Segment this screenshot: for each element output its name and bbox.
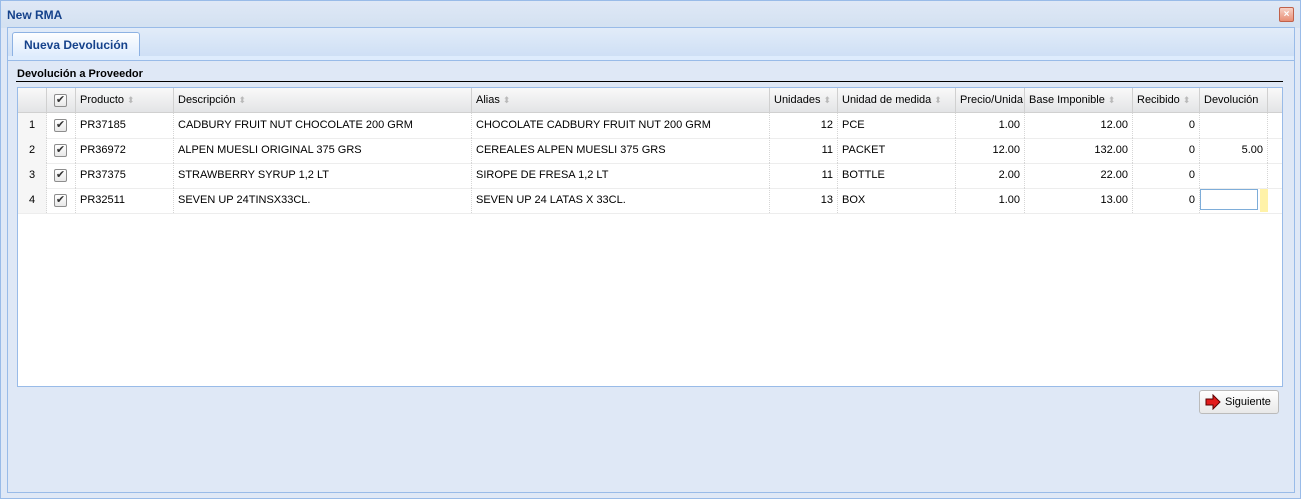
- fieldset-divider: [16, 81, 1283, 82]
- cell-base-imponible: 22.00: [1025, 163, 1133, 188]
- sort-icon: ⬍: [127, 95, 135, 105]
- cell-base-imponible: 13.00: [1025, 188, 1133, 213]
- cell-unidades: 13: [770, 188, 838, 213]
- cell-precio: 1.00: [956, 188, 1025, 213]
- cell-recibido: 0: [1133, 188, 1200, 213]
- checkbox-icon[interactable]: ✔: [54, 143, 67, 157]
- fieldset-title: Devolución a Proveedor: [17, 68, 143, 80]
- cell-descripcion: SEVEN UP 24TINSX33CL.: [174, 188, 472, 213]
- cell-precio: 1.00: [956, 113, 1025, 138]
- table-row[interactable]: 1 ✔ PR37185 CADBURY FRUIT NUT CHOCOLATE …: [18, 113, 1282, 139]
- cell-unidad-medida: BOX: [838, 188, 956, 213]
- cell-base-imponible: 132.00: [1025, 138, 1133, 163]
- column-header-unidad-medida[interactable]: Unidad de medida ⬍: [838, 88, 956, 112]
- cell-recibido: 0: [1133, 163, 1200, 188]
- cell-descripcion: ALPEN MUESLI ORIGINAL 375 GRS: [174, 138, 472, 163]
- cell-recibido: 0: [1133, 138, 1200, 163]
- column-label: Devolución: [1204, 94, 1259, 106]
- siguiente-label: Siguiente: [1225, 396, 1271, 408]
- column-header-producto[interactable]: Producto ⬍: [76, 88, 174, 112]
- cell-alias: SIROPE DE FRESA 1,2 LT: [472, 163, 770, 188]
- rma-grid: ✔ Producto ⬍ Descripción ⬍ Alias ⬍ Unidades…: [17, 87, 1283, 387]
- cell-devolucion[interactable]: 5.00: [1200, 138, 1268, 163]
- devolucion-edit-input[interactable]: [1200, 189, 1258, 210]
- cell-unidad-medida: BOTTLE: [838, 163, 956, 188]
- header-rownumber: [18, 88, 47, 112]
- grid-header: ✔ Producto ⬍ Descripción ⬍ Alias ⬍ Unidades…: [18, 88, 1282, 113]
- cell-precio: 2.00: [956, 163, 1025, 188]
- row-select[interactable]: ✔: [47, 138, 76, 163]
- sort-icon: ⬍: [1107, 95, 1116, 105]
- column-header-recibido[interactable]: Recibido ⬍: [1133, 88, 1200, 112]
- column-label: Alias: [476, 94, 500, 106]
- checkbox-icon[interactable]: ✔: [54, 93, 67, 107]
- row-number: 3: [18, 163, 47, 188]
- cell-descripcion: STRAWBERRY SYRUP 1,2 LT: [174, 163, 472, 188]
- cell-unidades: 11: [770, 163, 838, 188]
- row-select[interactable]: ✔: [47, 188, 76, 213]
- checkbox-icon[interactable]: ✔: [54, 118, 67, 132]
- siguiente-button[interactable]: Siguiente: [1199, 390, 1279, 414]
- column-label: Descripción: [178, 94, 236, 106]
- column-label: Unidades: [774, 94, 821, 106]
- edit-indicator: [1260, 189, 1268, 212]
- cell-precio: 12.00: [956, 138, 1025, 163]
- column-header-base-imponible[interactable]: Base Imponible ⬍: [1025, 88, 1133, 112]
- sort-icon: ⬍: [823, 95, 832, 105]
- cell-devolucion[interactable]: [1200, 163, 1268, 188]
- tab-bar: Nueva Devolución: [7, 27, 1295, 57]
- header-select-all[interactable]: ✔: [47, 88, 76, 112]
- sort-icon: ⬍: [502, 95, 511, 105]
- table-row[interactable]: 2 ✔ PR36972 ALPEN MUESLI ORIGINAL 375 GR…: [18, 138, 1282, 164]
- cell-alias: CEREALES ALPEN MUESLI 375 GRS: [472, 138, 770, 163]
- cell-descripcion: CADBURY FRUIT NUT CHOCOLATE 200 GRM: [174, 113, 472, 138]
- table-row[interactable]: 3 ✔ PR37375 STRAWBERRY SYRUP 1,2 LT SIRO…: [18, 163, 1282, 189]
- cell-unidades: 12: [770, 113, 838, 138]
- column-header-unidades[interactable]: Unidades ⬍: [770, 88, 838, 112]
- window-header[interactable]: New RMA ×: [1, 1, 1300, 28]
- close-icon[interactable]: ×: [1279, 7, 1294, 22]
- column-header-descripcion[interactable]: Descripción ⬍: [174, 88, 472, 112]
- column-label: Precio/Unida: [960, 94, 1023, 106]
- row-select[interactable]: ✔: [47, 113, 76, 138]
- tab-nueva-devolucion[interactable]: Nueva Devolución: [12, 32, 140, 57]
- red-arrow-right-icon: [1205, 394, 1221, 410]
- sort-icon: ⬍: [1182, 95, 1191, 105]
- sort-icon: ⬍: [238, 95, 247, 105]
- row-select[interactable]: ✔: [47, 163, 76, 188]
- cell-producto: PR32511: [76, 188, 174, 213]
- cell-alias: SEVEN UP 24 LATAS X 33CL.: [472, 188, 770, 213]
- column-header-alias[interactable]: Alias ⬍: [472, 88, 770, 112]
- column-label: Unidad de medida: [842, 94, 932, 106]
- column-header-devolucion[interactable]: Devolución: [1200, 88, 1268, 112]
- checkbox-icon[interactable]: ✔: [54, 168, 67, 182]
- cell-alias: CHOCOLATE CADBURY FRUIT NUT 200 GRM: [472, 113, 770, 138]
- cell-unidad-medida: PACKET: [838, 138, 956, 163]
- cell-base-imponible: 12.00: [1025, 113, 1133, 138]
- column-label: Base Imponible: [1029, 94, 1105, 106]
- checkbox-icon[interactable]: ✔: [54, 193, 67, 207]
- table-row[interactable]: 4 ✔ PR32511 SEVEN UP 24TINSX33CL. SEVEN …: [18, 188, 1282, 214]
- column-header-precio[interactable]: Precio/Unida: [956, 88, 1025, 112]
- window-title: New RMA: [7, 8, 63, 22]
- row-number: 4: [18, 188, 47, 213]
- sort-icon: ⬍: [934, 95, 942, 105]
- cell-producto: PR36972: [76, 138, 174, 163]
- row-number: 2: [18, 138, 47, 163]
- cell-unidades: 11: [770, 138, 838, 163]
- column-label: Recibido: [1137, 94, 1180, 106]
- cell-unidad-medida: PCE: [838, 113, 956, 138]
- cell-devolucion[interactable]: [1200, 113, 1268, 138]
- column-label: Producto: [80, 94, 125, 106]
- cell-producto: PR37185: [76, 113, 174, 138]
- row-number: 1: [18, 113, 47, 138]
- cell-producto: PR37375: [76, 163, 174, 188]
- cell-recibido: 0: [1133, 113, 1200, 138]
